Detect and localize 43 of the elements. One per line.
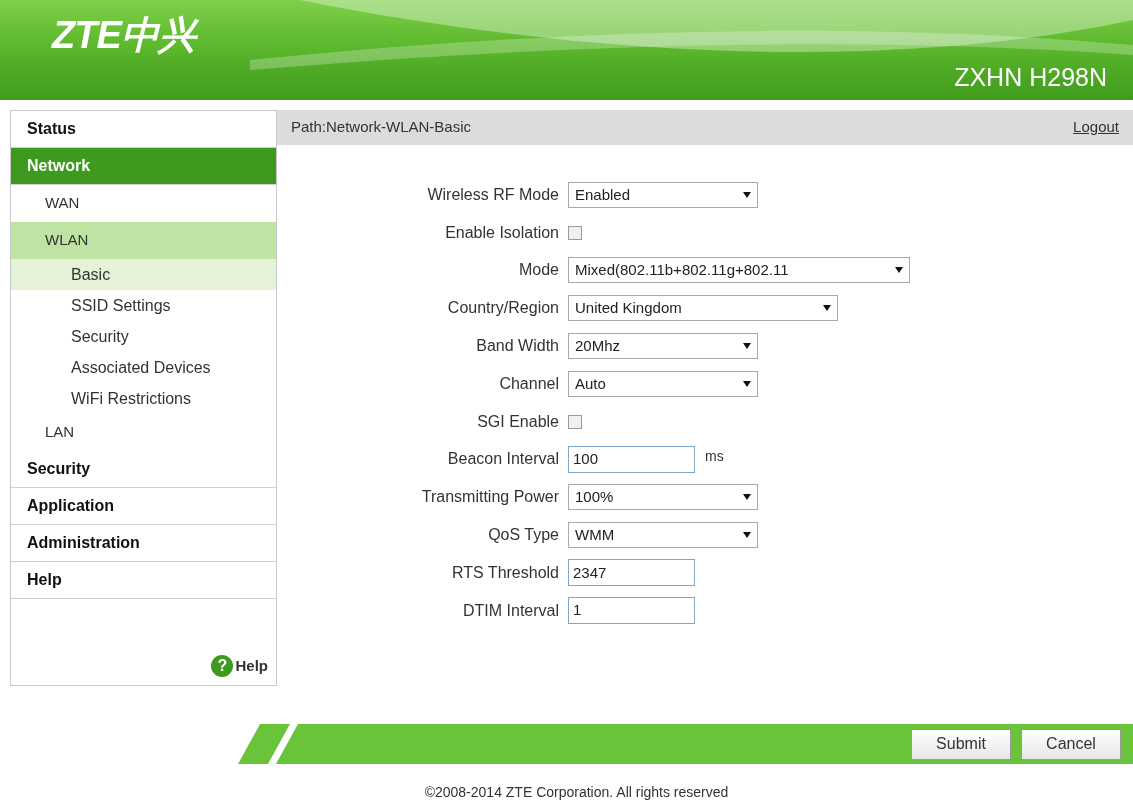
field-label: DTIM Interval [462,600,560,621]
dropdown[interactable]: Auto [568,370,758,397]
dropdown[interactable]: 20Mhz [568,333,758,360]
input-field[interactable]: 100 [568,445,695,473]
dropdown[interactable]: Mixed(802.11b+802.11g+802.11 [568,257,910,284]
caret-icon [743,343,751,350]
action-button[interactable]: Submit [911,728,1011,760]
unit-label: ms [705,446,724,466]
dropdown[interactable]: 100% [568,484,758,511]
field-label: Country/Region [446,298,560,319]
breadcrumb: Path:Network-WLAN-Basic [291,117,472,138]
caret-icon [743,494,751,501]
caret-icon [823,305,831,312]
field-label: Beacon Interval [446,449,560,470]
model-name: ZXHN H298N [954,65,1107,90]
field-label: Channel [498,373,560,394]
field-label: Wireless RF Mode [426,184,560,205]
field-label: Band Width [475,336,560,357]
caret-icon [743,532,751,539]
caret-icon [895,267,903,274]
logout-link[interactable]: Logout [1073,116,1119,139]
field-label: Enable Isolation [444,222,560,243]
dropdown[interactable]: WMM [568,522,758,549]
input-field[interactable]: 1 [568,597,695,625]
nav-item[interactable]: Basic [11,259,276,290]
input-field[interactable]: 2347 [568,559,695,587]
checkbox[interactable] [568,414,582,429]
nav-item[interactable]: WLAN [11,222,276,259]
action-button[interactable]: Cancel [1021,728,1121,760]
field-label: QoS Type [487,525,560,546]
nav-item[interactable]: Network [11,148,276,185]
field-label: Transmitting Power [420,487,560,508]
caret-icon [743,380,751,387]
help-link[interactable]: Help [235,654,268,677]
checkbox[interactable] [568,225,582,240]
dropdown[interactable]: United Kingdom [568,295,838,322]
field-label: RTS Threshold [451,562,560,583]
field-label: Mode [517,260,560,281]
dropdown[interactable]: Enabled [568,181,758,208]
help-icon[interactable]: ? [211,655,234,677]
caret-icon [743,191,751,198]
field-label: SGI Enable [476,411,560,432]
copyright: ©2008-2014 ZTE Corporation. All rights reserved [424,783,729,802]
